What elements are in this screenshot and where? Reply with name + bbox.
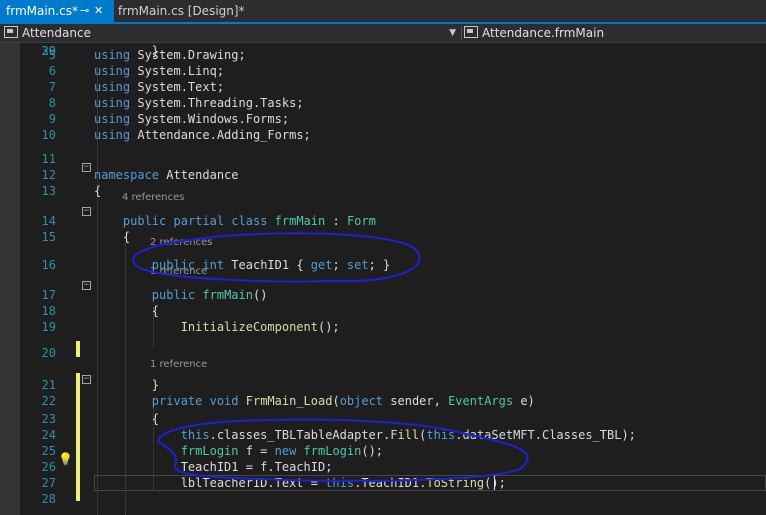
tab-frmmain-cs[interactable]: frmMain.cs* ⊸ ✕ xyxy=(0,0,114,22)
annotation-layer xyxy=(132,232,529,482)
type-dropdown[interactable]: Attendance.frmMain xyxy=(464,24,764,42)
annotation-ellipse-property xyxy=(132,232,421,283)
code-editor[interactable]: 4 references 2 references 1 reference 1 … xyxy=(0,43,766,515)
tab-label: frmMain.cs [Design]* xyxy=(118,4,245,18)
type-dropdown-label: Attendance.frmMain xyxy=(482,26,605,40)
tab-frmmain-design[interactable]: frmMain.cs [Design]* xyxy=(112,0,251,22)
project-dropdown-label: Attendance xyxy=(22,26,91,40)
class-icon xyxy=(464,26,478,38)
project-dropdown[interactable]: Attendance ▼ xyxy=(4,24,460,42)
close-icon[interactable]: ✕ xyxy=(94,0,103,22)
divider xyxy=(461,26,462,40)
pin-icon[interactable]: ⊸ xyxy=(80,0,89,22)
csharp-project-icon xyxy=(4,26,18,38)
document-tab-strip: frmMain.cs* ⊸ ✕ frmMain.cs [Design]* xyxy=(0,0,766,24)
annotation-ellipse-code xyxy=(156,418,529,482)
chevron-down-icon: ▼ xyxy=(449,28,456,38)
navigation-bar: Attendance ▼ Attendance.frmMain xyxy=(0,24,766,43)
tab-label: frmMain.cs* xyxy=(6,4,78,18)
